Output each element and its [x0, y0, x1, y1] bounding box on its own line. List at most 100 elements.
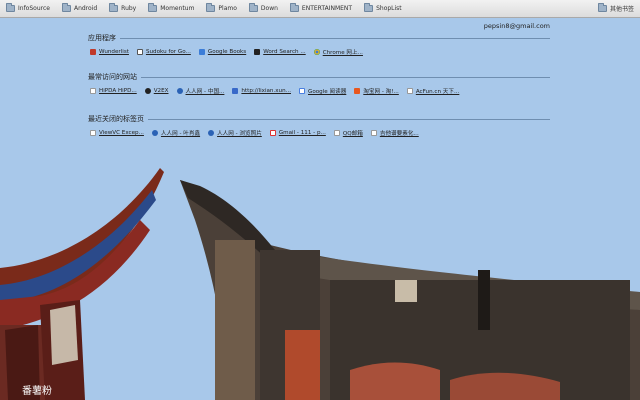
gmail-icon [269, 130, 276, 136]
site-label: 人人网 - 中国... [185, 89, 225, 95]
app-word-search[interactable]: Word Search ... [254, 48, 306, 56]
most-visited-list: HiPDA HiPD... V2EX 人人网 - 中国... http://li… [88, 87, 550, 95]
bookmark-folder-entertainment[interactable]: ENTERTAINMENT [284, 0, 358, 18]
other-bookmarks-folder[interactable]: 其他书签 [592, 0, 640, 18]
other-bookmarks-label: 其他书签 [609, 6, 634, 13]
v2ex-icon [144, 88, 151, 94]
recently-closed-item[interactable]: ViewVC Excep... [90, 129, 144, 137]
bookmark-folder-label: ENTERTAINMENT [301, 5, 353, 12]
account-email[interactable]: pepsin8@gmail.com [484, 22, 550, 30]
recently-closed-item[interactable]: 人人网 - 叶肖鑫 [151, 129, 201, 137]
chrome-icon [313, 49, 320, 55]
app-label: Chrome 网上... [322, 50, 363, 56]
most-visited-item[interactable]: HiPDA HiPD... [90, 87, 137, 95]
most-visited-section: 最常访问的网站 HiPDA HiPD... V2EX 人人网 - 中国... h… [88, 72, 550, 95]
bookmark-folder-shoplist[interactable]: ShopList [358, 0, 408, 18]
recently-closed-section: 最近关闭的标签页 ViewVC Excep... 人人网 - 叶肖鑫 人人网 -… [88, 114, 550, 137]
section-divider [141, 76, 550, 78]
tab-label: 吉他谱要素化... [379, 131, 419, 137]
apps-list: Wunderlist Sudoku for Go... Google Books… [88, 48, 550, 56]
xunlei-icon [232, 88, 239, 94]
app-label: Word Search ... [263, 49, 306, 55]
section-divider [120, 37, 550, 39]
bookmark-folder-label: Ruby [121, 5, 137, 12]
bookmark-folder-label: Down [260, 5, 278, 12]
most-visited-item[interactable]: AcFun.cn 天下... [406, 87, 460, 95]
tab-label: Gmail - 111 - p... [278, 130, 326, 136]
section-title-text: 最近关闭的标签页 [88, 115, 144, 123]
page-icon [406, 88, 413, 94]
background-photo [0, 0, 640, 400]
bookmark-folder-label: Android [73, 5, 98, 12]
bookmark-folder-plamo[interactable]: Plamo [200, 0, 242, 18]
folder-icon [6, 3, 15, 12]
section-title-most-visited: 最常访问的网站 [88, 72, 550, 82]
renren-icon [208, 130, 215, 136]
tab-label: 人人网 - 浏览照片 [217, 131, 262, 137]
site-label: Google 阅读器 [308, 89, 347, 95]
bookmarks-bar: InfoSource Android Ruby Momentum Plamo D… [0, 0, 640, 18]
section-divider [148, 118, 550, 120]
page-icon [90, 130, 96, 136]
folder-icon [61, 3, 71, 12]
google-reader-icon [299, 88, 305, 94]
sudoku-icon [136, 49, 143, 55]
site-label: 淘宝网 - 淘!... [363, 89, 399, 95]
section-title-apps: 应用程序 [88, 33, 550, 43]
taobao-icon [354, 88, 361, 94]
most-visited-item[interactable]: Google 阅读器 [299, 87, 346, 95]
bookmark-folder-down[interactable]: Down [243, 0, 284, 18]
most-visited-item[interactable]: 淘宝网 - 淘!... [354, 87, 399, 95]
bookmark-folder-android[interactable]: Android [56, 0, 103, 18]
most-visited-item[interactable]: V2EX [144, 87, 169, 95]
bookmark-folder-label: Plamo [218, 5, 237, 12]
wunderlist-icon [90, 49, 96, 55]
apps-section: 应用程序 Wunderlist Sudoku for Go... Google … [88, 33, 550, 56]
folder-icon [597, 3, 607, 12]
folder-icon [364, 3, 374, 12]
page-icon [333, 130, 340, 136]
site-label: AcFun.cn 天下... [415, 89, 460, 95]
site-label: http://lixian.xun... [241, 88, 291, 94]
section-title-text: 最常访问的网站 [88, 73, 137, 81]
renren-icon [151, 130, 158, 136]
watermark-text: 番薯粉 [22, 386, 52, 397]
bookmark-folder-ruby[interactable]: Ruby [103, 0, 142, 18]
bookmark-folder-label: Momentum [160, 5, 195, 12]
site-label: HiPDA HiPD... [99, 88, 137, 94]
section-title-recently-closed: 最近关闭的标签页 [88, 114, 550, 124]
page-icon [90, 88, 96, 94]
page-icon [370, 130, 377, 136]
bookmark-folder-label: InfoSource [18, 5, 50, 12]
recently-closed-item[interactable]: 吉他谱要素化... [370, 129, 419, 137]
folder-icon [248, 3, 258, 12]
recently-closed-item[interactable]: 人人网 - 浏览照片 [208, 129, 262, 137]
google-books-icon [198, 49, 205, 55]
folder-icon [289, 3, 299, 12]
app-wunderlist[interactable]: Wunderlist [90, 48, 129, 56]
recently-closed-list: ViewVC Excep... 人人网 - 叶肖鑫 人人网 - 浏览照片 Gma… [88, 129, 550, 137]
tab-label: QQ邮箱 [342, 131, 363, 137]
renren-icon [176, 88, 183, 94]
bookmark-folder-infosource[interactable]: InfoSource [0, 0, 56, 18]
app-google-books[interactable]: Google Books [198, 48, 247, 56]
app-label: Google Books [207, 49, 247, 55]
app-sudoku[interactable]: Sudoku for Go... [136, 48, 191, 56]
folder-icon [148, 3, 158, 12]
site-label: V2EX [153, 88, 169, 94]
app-label: Wunderlist [99, 49, 129, 55]
most-visited-item[interactable]: http://lixian.xun... [232, 87, 291, 95]
word-search-icon [254, 49, 261, 55]
recently-closed-item[interactable]: Gmail - 111 - p... [269, 129, 326, 137]
bookmark-folder-momentum[interactable]: Momentum [142, 0, 200, 18]
tab-label: 人人网 - 叶肖鑫 [160, 131, 201, 137]
section-title-text: 应用程序 [88, 34, 116, 42]
app-chrome-store[interactable]: Chrome 网上... [313, 48, 363, 56]
tab-label: ViewVC Excep... [99, 130, 144, 136]
recently-closed-item[interactable]: QQ邮箱 [333, 129, 363, 137]
folder-icon [206, 3, 216, 12]
folder-icon [109, 3, 119, 12]
app-label: Sudoku for Go... [145, 49, 191, 55]
bookmark-folder-label: ShopList [376, 5, 402, 12]
most-visited-item[interactable]: 人人网 - 中国... [176, 87, 225, 95]
